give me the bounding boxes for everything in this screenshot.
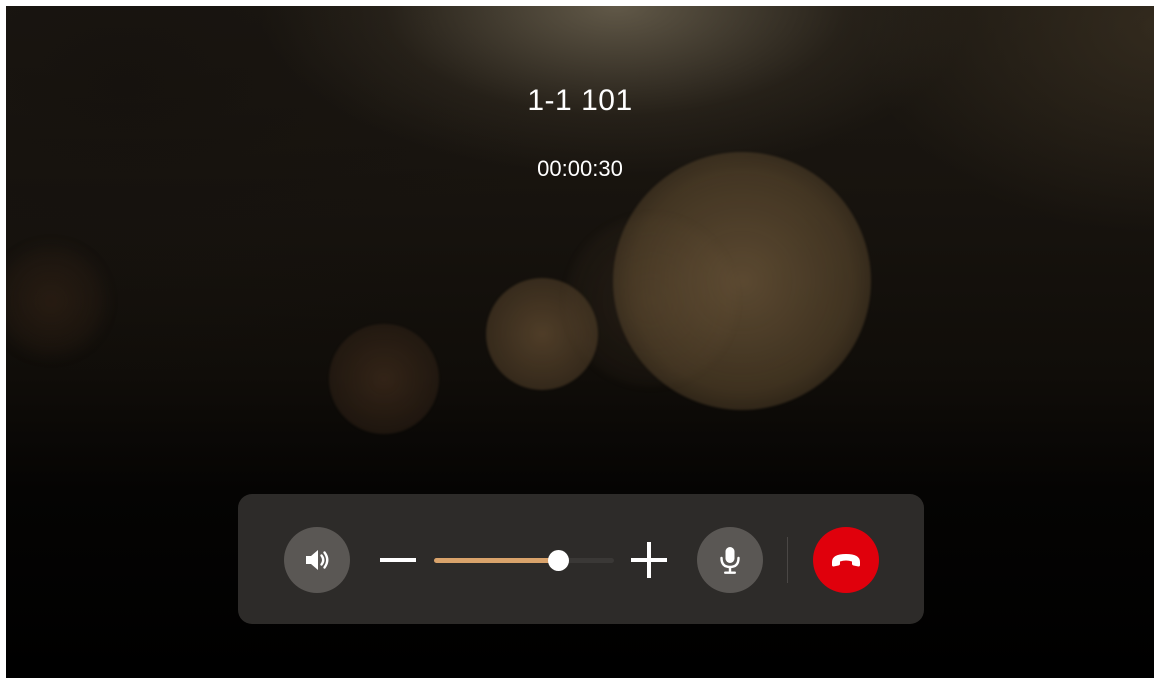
control-divider xyxy=(787,537,788,583)
microphone-icon xyxy=(720,547,740,574)
speaker-button[interactable] xyxy=(284,527,350,593)
volume-slider-thumb[interactable] xyxy=(548,550,569,571)
hang-up-button[interactable] xyxy=(813,527,879,593)
volume-slider-fill xyxy=(434,558,558,563)
bokeh-light xyxy=(486,278,598,390)
minus-icon xyxy=(380,558,416,562)
microphone-button[interactable] xyxy=(697,527,763,593)
call-screen: 1-1 101 00:00:30 xyxy=(0,0,1160,678)
volume-up-button[interactable] xyxy=(630,541,668,579)
plus-icon xyxy=(631,542,667,578)
bokeh-light xyxy=(613,152,871,410)
speaker-volume-icon xyxy=(306,550,329,570)
volume-slider[interactable] xyxy=(434,548,614,572)
bokeh-light xyxy=(329,324,439,434)
bokeh-light xyxy=(6,246,106,356)
caller-name: 1-1 101 xyxy=(527,84,633,117)
call-timer: 00:00:30 xyxy=(537,156,623,181)
volume-down-button[interactable] xyxy=(379,541,417,579)
call-control-bar xyxy=(238,494,924,624)
phone-hangup-icon xyxy=(832,554,860,567)
